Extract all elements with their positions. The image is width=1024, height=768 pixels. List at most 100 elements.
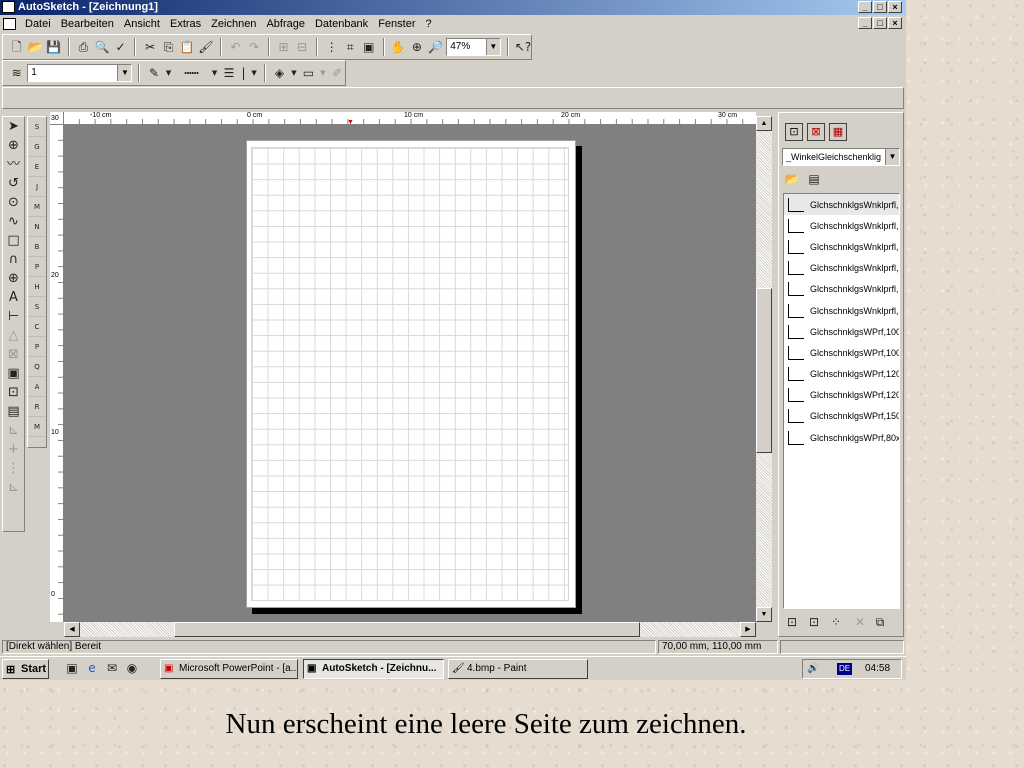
snap-icon[interactable]: ⌗ bbox=[342, 39, 358, 55]
arc-icon[interactable]: ↺ bbox=[3, 174, 24, 193]
snap-tool-p[interactable]: P bbox=[28, 257, 46, 277]
snap-tool-j[interactable]: J bbox=[28, 177, 46, 197]
curve-icon[interactable]: ∿ bbox=[3, 212, 24, 231]
scroll-right-button[interactable]: ▶ bbox=[740, 622, 756, 637]
point-icon[interactable]: ⊕ bbox=[3, 269, 24, 288]
menu-bearbeiten[interactable]: Bearbeiten bbox=[56, 18, 119, 30]
snap-tool-p2[interactable]: P bbox=[28, 337, 46, 357]
taskbar-item-autosketch[interactable]: ▣ AutoSketch - [Zeichnu... bbox=[303, 659, 444, 679]
hatch-icon[interactable]: △ bbox=[3, 326, 24, 345]
chevron-down-icon[interactable]: ▼ bbox=[165, 65, 173, 81]
ungroup-icon[interactable]: ⊟ bbox=[294, 39, 310, 55]
frame-icon[interactable]: ▣ bbox=[361, 39, 377, 55]
cut-icon[interactable]: ✂ bbox=[142, 39, 158, 55]
menu-datenbank[interactable]: Datenbank bbox=[310, 18, 373, 30]
symbol-icon[interactable]: ⊡ bbox=[3, 383, 24, 402]
open-icon[interactable]: 📂 bbox=[28, 39, 44, 55]
zoom-area-icon[interactable]: ⊕ bbox=[409, 39, 425, 55]
image-icon[interactable]: ▣ bbox=[3, 364, 24, 383]
vertical-scroll-thumb[interactable] bbox=[756, 288, 772, 453]
language-indicator[interactable]: DE bbox=[837, 663, 853, 675]
symbol-edit-icon[interactable]: ⊡ bbox=[806, 614, 822, 630]
line-type-icon[interactable]: ┅┅ bbox=[175, 65, 207, 81]
redo-icon[interactable]: ↷ bbox=[246, 39, 262, 55]
chevron-down-icon[interactable]: ▼ bbox=[211, 65, 219, 81]
list-view-icon[interactable]: ▤ bbox=[806, 171, 822, 187]
symbol-properties-icon[interactable]: ⧉ bbox=[872, 614, 888, 630]
list-item[interactable]: GlchschnklgsWPrf,100 bbox=[784, 342, 899, 363]
horizontal-scrollbar[interactable]: ◀ ▶ bbox=[64, 622, 756, 637]
chevron-down-icon[interactable]: ▼ bbox=[250, 65, 258, 81]
media-icon[interactable]: ◉ bbox=[124, 660, 140, 676]
snap-tool-r[interactable]: R bbox=[28, 397, 46, 417]
list-item[interactable]: GlchschnklgsWnklprfl, bbox=[784, 236, 899, 257]
menu-ansicht[interactable]: Ansicht bbox=[119, 18, 165, 30]
maximize-button[interactable]: □ bbox=[873, 1, 887, 13]
list-item[interactable]: GlchschnklgsWPrf,80x bbox=[784, 427, 899, 448]
snap-tool-b[interactable]: B bbox=[28, 237, 46, 257]
circle-icon[interactable]: ⊙ bbox=[3, 193, 24, 212]
snap-tool-c[interactable]: C bbox=[28, 317, 46, 337]
scroll-up-button[interactable]: ▲ bbox=[756, 116, 772, 131]
paste-icon[interactable]: 📋 bbox=[180, 39, 196, 55]
vertical-scrollbar[interactable]: ▲ ▼ bbox=[756, 116, 772, 622]
list-item[interactable]: GlchschnklgsWnklprfl, bbox=[784, 215, 899, 236]
speaker-icon[interactable]: 🔊 bbox=[807, 660, 819, 678]
outlook-icon[interactable]: ✉ bbox=[104, 660, 120, 676]
undo-icon[interactable]: ↶ bbox=[228, 39, 244, 55]
close-button[interactable]: × bbox=[888, 1, 902, 13]
list-item[interactable]: GlchschnklgsWPrf,120 bbox=[784, 385, 899, 406]
library-tab-icon[interactable]: ⊡ bbox=[785, 123, 803, 141]
scroll-left-button[interactable]: ◀ bbox=[64, 622, 80, 637]
minimize-button[interactable]: _ bbox=[858, 1, 872, 13]
zoom-select[interactable]: 47% ▼ bbox=[446, 38, 501, 56]
snap-tool-s[interactable]: S bbox=[28, 117, 46, 137]
chevron-down-icon[interactable]: ▼ bbox=[117, 65, 132, 81]
chevron-down-icon[interactable]: ▼ bbox=[485, 39, 500, 55]
snap-tool-a[interactable]: A bbox=[28, 377, 46, 397]
symbol-delete-icon[interactable]: ✕ bbox=[852, 614, 868, 630]
snap-tool-m2[interactable]: M bbox=[28, 417, 46, 437]
dimension-icon[interactable]: ⊢ bbox=[3, 307, 24, 326]
shape-tab-icon[interactable]: ▦ bbox=[829, 123, 847, 141]
menu-fenster[interactable]: Fenster bbox=[373, 18, 420, 30]
list-item[interactable]: GlchschnklgsWPrf,100 bbox=[784, 321, 899, 342]
document-icon[interactable] bbox=[3, 18, 16, 30]
fill-icon[interactable]: ◈ bbox=[272, 65, 287, 81]
open-folder-icon[interactable]: 📂 bbox=[784, 171, 800, 187]
fill-pattern-icon[interactable]: ▭ bbox=[301, 65, 316, 81]
list-item[interactable]: GlchschnklgsWnklprfl, bbox=[784, 300, 899, 321]
measure-icon[interactable]: ⊾ bbox=[3, 421, 24, 440]
zoom-icon[interactable]: 🔎 bbox=[428, 39, 444, 55]
copy-icon[interactable]: ⎘ bbox=[161, 39, 177, 55]
trim-icon[interactable]: ⊠ bbox=[3, 345, 24, 364]
print-preview-icon[interactable]: 🔍 bbox=[94, 39, 110, 55]
line-width-icon[interactable]: ☰ bbox=[221, 65, 236, 81]
horizontal-scroll-thumb[interactable] bbox=[174, 622, 640, 637]
group-icon[interactable]: ⊞ bbox=[276, 39, 292, 55]
select-arrow-icon[interactable]: ➤ bbox=[3, 117, 24, 136]
ortho-icon[interactable]: ⊾ bbox=[3, 478, 24, 497]
symbol-grid-icon[interactable]: ⁘ bbox=[828, 614, 844, 630]
snap-tool-q[interactable]: Q bbox=[28, 357, 46, 377]
taskbar-item-powerpoint[interactable]: ▣ Microsoft PowerPoint - [a... bbox=[160, 659, 298, 679]
grid-icon[interactable]: ⋮ bbox=[324, 39, 340, 55]
scroll-down-button[interactable]: ▼ bbox=[756, 607, 772, 622]
snap-grid-icon[interactable]: ⋮ bbox=[3, 459, 24, 478]
zoom-tool-icon[interactable]: ⊕ bbox=[3, 136, 24, 155]
snap-tool-n[interactable]: N bbox=[28, 217, 46, 237]
start-button[interactable]: ⊞ Start bbox=[2, 659, 49, 679]
taskbar-item-paint[interactable]: 🖌 4.bmp - Paint bbox=[448, 659, 588, 679]
menu-datei[interactable]: Datei bbox=[20, 18, 56, 30]
doc-minimize-button[interactable]: _ bbox=[858, 17, 872, 29]
list-item[interactable]: GlchschnklgsWnklprfl, bbox=[784, 258, 899, 279]
list-item[interactable]: GlchschnklgsWPrf,120 bbox=[784, 364, 899, 385]
spellcheck-icon[interactable]: ✓ bbox=[113, 39, 129, 55]
doc-restore-button[interactable]: □ bbox=[873, 17, 887, 29]
drawing-page[interactable] bbox=[246, 140, 576, 608]
doc-close-button[interactable]: × bbox=[888, 17, 902, 29]
pen-color-icon[interactable]: ✎ bbox=[146, 65, 161, 81]
desktop-icon[interactable]: ▣ bbox=[64, 660, 80, 676]
layout-icon[interactable]: ▤ bbox=[3, 402, 24, 421]
list-item[interactable]: GlchschnklgsWPrf,150 bbox=[784, 406, 899, 427]
